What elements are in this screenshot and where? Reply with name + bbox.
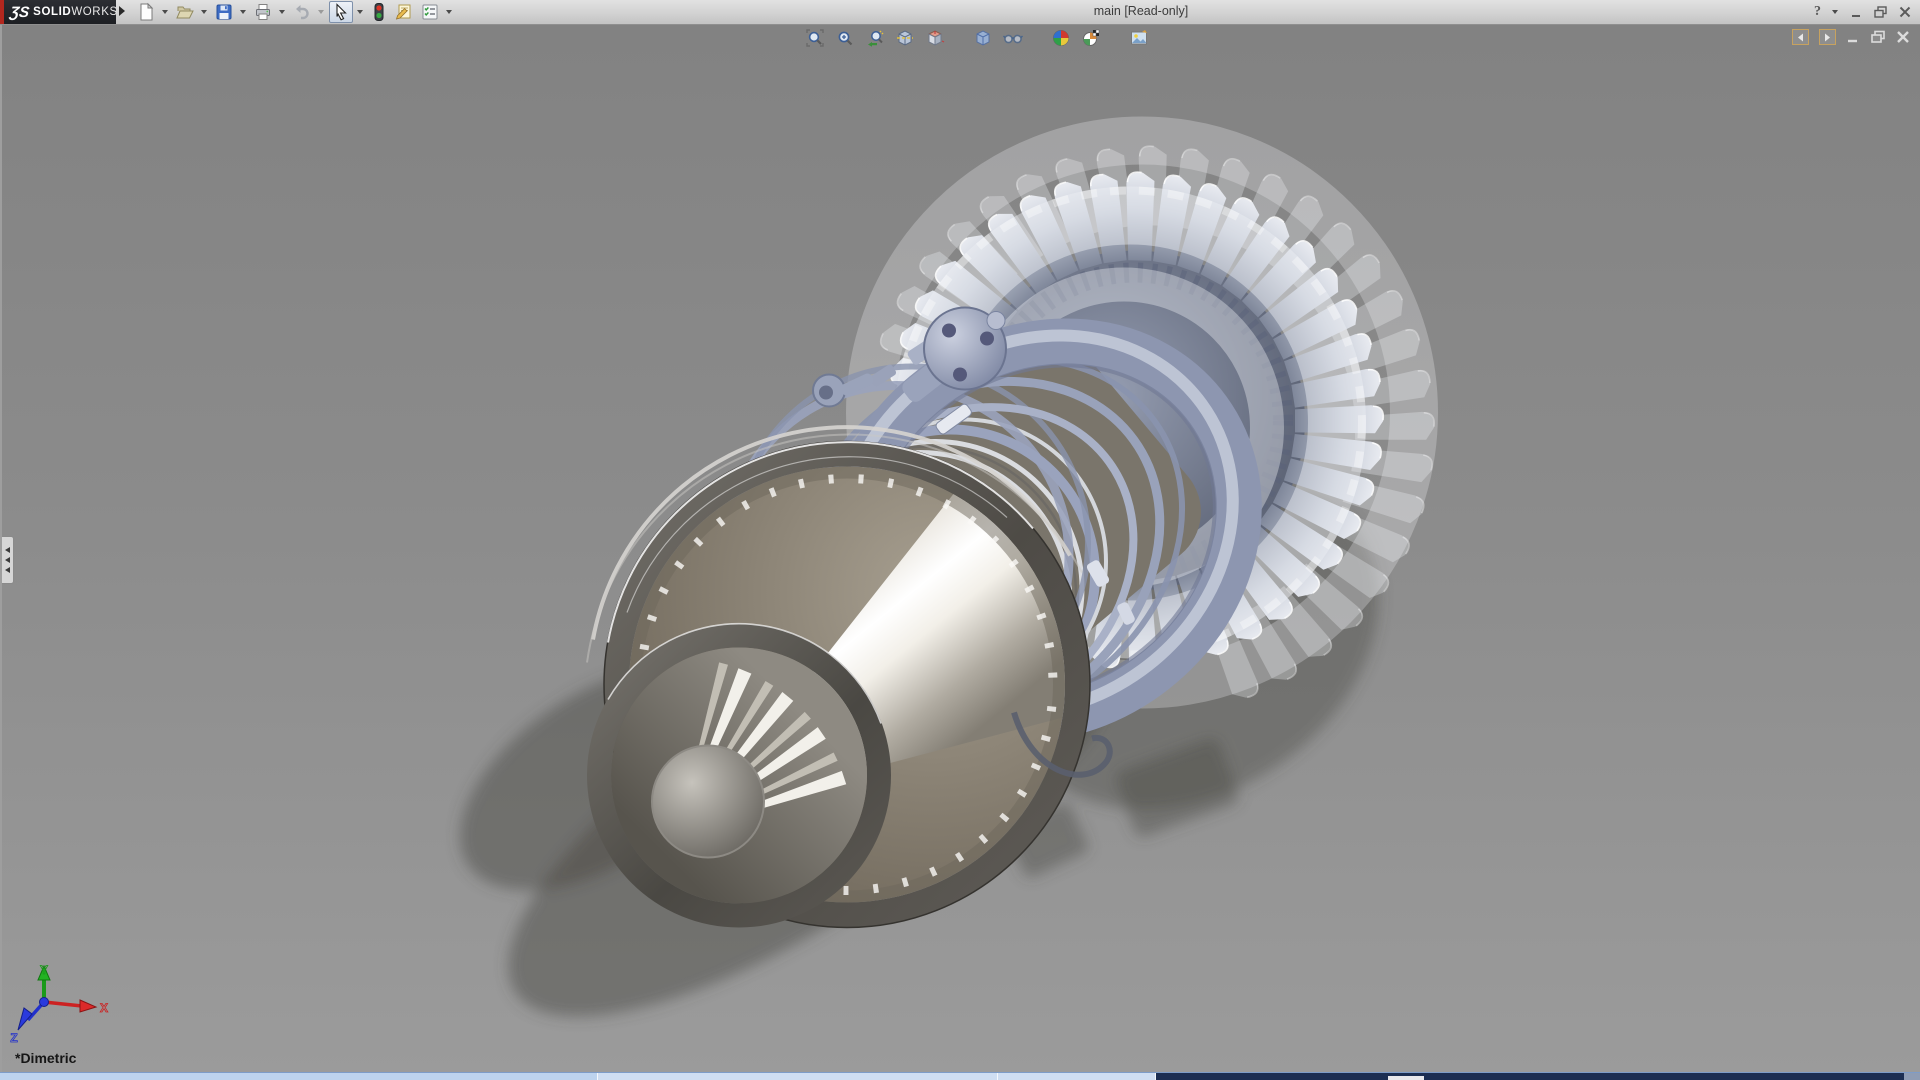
minimize-button[interactable] [1850,5,1864,19]
hanging-hose [1014,713,1110,775]
help-dropdown-caret[interactable] [1832,10,1838,14]
turbine-blades [889,172,1383,669]
apply-scene-icon [1081,28,1101,48]
engine-piping [715,283,1254,806]
solidworks-logo: ƷS SOLIDWORKS [0,0,116,24]
rebuild-button[interactable] [368,1,390,23]
save-button[interactable] [212,1,236,23]
menu-flyout-arrow[interactable] [119,6,125,16]
apply-scene-button[interactable] [1079,27,1103,49]
view-settings-icon [1129,28,1149,48]
hide-show-items-button[interactable] [1001,27,1025,49]
3d-model-jet-engine [2,25,1920,1080]
ghost-turbine-blades [878,146,1435,702]
minimize-document-button[interactable] [1846,30,1860,44]
print-button[interactable] [251,1,275,23]
fan-hub [965,251,1305,591]
edit-appearance-button[interactable] [1049,27,1073,49]
file-properties-icon [394,2,414,22]
new-document-icon [136,2,156,22]
undo-icon [292,2,312,22]
document-title: main [Read-only] [1094,4,1189,18]
undo-button[interactable] [290,1,314,23]
taskbar-segment[interactable] [998,1073,1156,1080]
view-orientation-icon [925,28,945,48]
print-dropdown-caret[interactable] [279,10,285,14]
open-dropdown-caret[interactable] [201,10,207,14]
options-button[interactable] [418,1,442,23]
zoom-to-area-icon [835,28,855,48]
taskbar-edge[interactable] [0,1072,1920,1080]
options-dropdown-caret[interactable] [446,10,452,14]
combustor-body [810,304,1224,715]
taskbar-segment[interactable] [0,1073,598,1080]
help-button[interactable]: ? [1814,4,1821,20]
options-icon [420,2,440,22]
taskbar-segment[interactable] [598,1073,998,1080]
previous-pane-button[interactable] [1792,29,1809,45]
close-document-button[interactable] [1896,30,1910,44]
file-properties-button[interactable] [392,1,416,23]
zoom-to-fit-icon [805,28,825,48]
fluted-turbine-cone [678,662,846,832]
logo-accent-bar [0,0,4,24]
titlebar: ƷS SOLIDWORKS [0,0,1920,25]
undo-dropdown-caret[interactable] [318,10,324,14]
close-button[interactable] [1898,5,1912,19]
zoom-to-fit-button[interactable] [803,27,827,49]
save-icon [214,2,234,22]
traffic-light-icon [370,2,388,22]
section-view-icon [895,28,915,48]
open-document-button[interactable] [173,1,197,23]
model-shadow [422,408,1442,1080]
front-nacelle-ring [587,427,1090,927]
triad-z-label: Z [10,1031,17,1045]
window-controls: ? [1814,0,1912,24]
document-window-controls [1792,29,1910,45]
display-style-button[interactable] [971,27,995,49]
restore-button[interactable] [1873,5,1889,19]
ghost-shroud-ring [870,141,1414,685]
center-shaft-cap [652,746,764,858]
taskbar-segment[interactable] [1156,1073,1920,1080]
casing-rings [725,367,1106,753]
3ds-logo-icon: ƷS [9,4,31,21]
new-document-button[interactable] [134,1,158,23]
view-orientation-button[interactable] [923,27,947,49]
graphics-viewport[interactable]: Y X Z *Dimetric [0,25,1920,1073]
nozzle-ring [587,624,891,928]
headsup-view-toolbar [803,27,1151,49]
feature-manager-collapse-tab[interactable] [2,536,14,584]
open-document-icon [175,2,195,22]
save-dropdown-caret[interactable] [240,10,246,14]
reference-triad: Y X Z [4,962,124,1057]
display-style-icon [973,28,993,48]
triad-y-label: Y [40,963,48,977]
brand-name: SOLIDWORKS [33,6,118,18]
exhaust-plug-cone [629,433,1101,903]
select-cursor-icon [331,2,351,22]
view-settings-button[interactable] [1127,27,1151,49]
zoom-to-area-button[interactable] [833,27,857,49]
taskbar-corner [1904,1073,1920,1080]
select-dropdown-caret[interactable] [357,10,363,14]
section-view-button[interactable] [893,27,917,49]
print-icon [253,2,273,22]
solidworks-window: ƷS SOLIDWORKS [0,0,1920,1080]
previous-view-button[interactable] [863,27,887,49]
taskbar-notch [1388,1076,1424,1080]
eyeglasses-icon [1002,28,1024,48]
next-pane-button[interactable] [1819,29,1836,45]
appearance-ball-icon [1051,28,1071,48]
triad-x-label: X [100,1001,108,1015]
select-tool-button[interactable] [329,1,353,23]
translucent-shroud [898,191,1362,655]
view-orientation-label: *Dimetric [15,1050,76,1066]
previous-view-icon [865,28,885,48]
standard-toolbar [134,1,455,23]
mount-ring-assembly [764,258,1313,796]
new-dropdown-caret[interactable] [162,10,168,14]
restore-document-button[interactable] [1870,30,1886,44]
